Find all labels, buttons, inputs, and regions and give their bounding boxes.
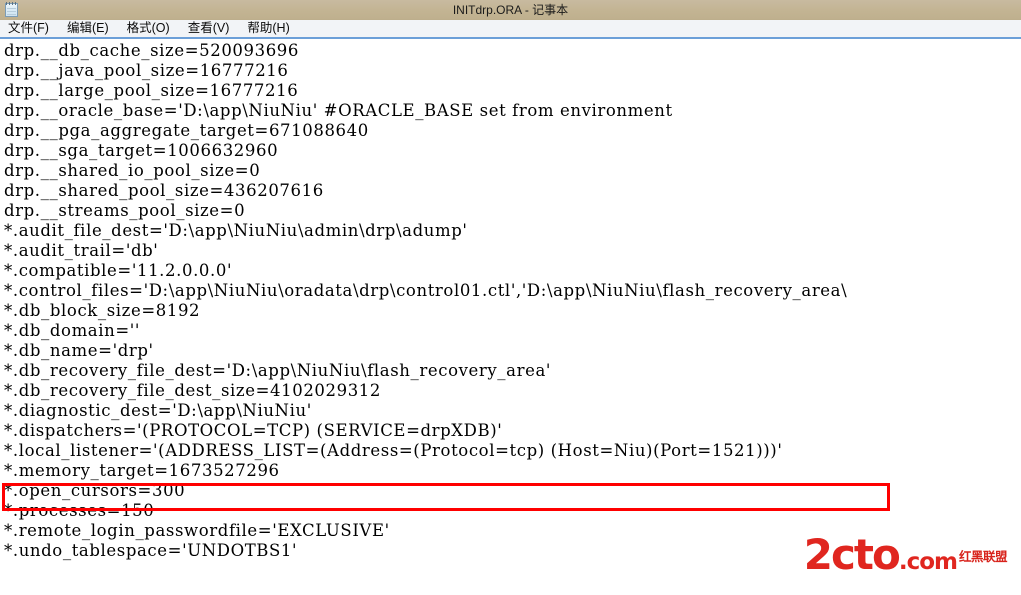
document-line: drp.__large_pool_size=16777216 [4,81,299,100]
document-line: drp.__oracle_base='D:\app\NiuNiu' #ORACL… [4,101,673,120]
menu-item-help[interactable]: 帮助(H) [245,20,298,37]
document-line: *.diagnostic_dest='D:\app\NiuNiu' [4,401,312,420]
document-line: *.dispatchers='(PROTOCOL=TCP) (SERVICE=d… [4,421,503,440]
menu-bar: 文件(F) 编辑(E) 格式(O) 查看(V) 帮助(H) [0,20,1021,39]
document-line: drp.__streams_pool_size=0 [4,201,246,220]
document-line: *.undo_tablespace='UNDOTBS1' [4,541,298,560]
document-line: drp.__pga_aggregate_target=671088640 [4,121,369,140]
document-line: *.processes=150 [4,501,155,520]
document-line: *.compatible='11.2.0.0.0' [4,261,233,280]
document-line: *.db_recovery_file_dest='D:\app\NiuNiu\f… [4,361,552,380]
text-editor-area[interactable]: drp.__db_cache_size=520093696 drp.__java_… [0,39,1021,593]
menu-item-file[interactable]: 文件(F) [6,20,58,37]
document-line: *.audit_trail='db' [4,241,159,260]
document-line: *.db_domain='' [4,321,141,340]
document-line: *.local_listener='(ADDRESS_LIST=(Address… [4,441,783,460]
document-line: drp.__sga_target=1006632960 [4,141,279,160]
title-bar[interactable]: INITdrp.ORA - 记事本 [0,0,1021,20]
document-line: *.db_block_size=8192 [4,301,201,320]
document-line: drp.__shared_io_pool_size=0 [4,161,261,180]
menu-item-edit[interactable]: 编辑(E) [65,20,118,37]
menu-item-format[interactable]: 格式(O) [125,20,179,37]
notepad-icon [4,1,20,18]
document-line: *.open_cursors=300 [4,481,186,500]
window-title: INITdrp.ORA - 记事本 [452,2,569,17]
document-text[interactable]: drp.__db_cache_size=520093696 drp.__java_… [1,41,1021,561]
document-line: *.audit_file_dest='D:\app\NiuNiu\admin\d… [4,221,468,240]
notepad-window: INITdrp.ORA - 记事本 文件(F) 编辑(E) 格式(O) 查看(V… [0,0,1021,595]
document-line: *.memory_target=1673527296 [4,461,280,480]
document-line: *.db_recovery_file_dest_size=4102029312 [4,381,381,400]
document-line: *.control_files='D:\app\NiuNiu\oradata\d… [4,281,848,300]
document-line: drp.__db_cache_size=520093696 [4,41,299,60]
document-line: *.remote_login_passwordfile='EXCLUSIVE' [4,521,390,540]
menu-item-view[interactable]: 查看(V) [186,20,239,37]
document-line: *.db_name='drp' [4,341,154,360]
document-line: drp.__shared_pool_size=436207616 [4,181,324,200]
document-line: drp.__java_pool_size=16777216 [4,61,289,80]
